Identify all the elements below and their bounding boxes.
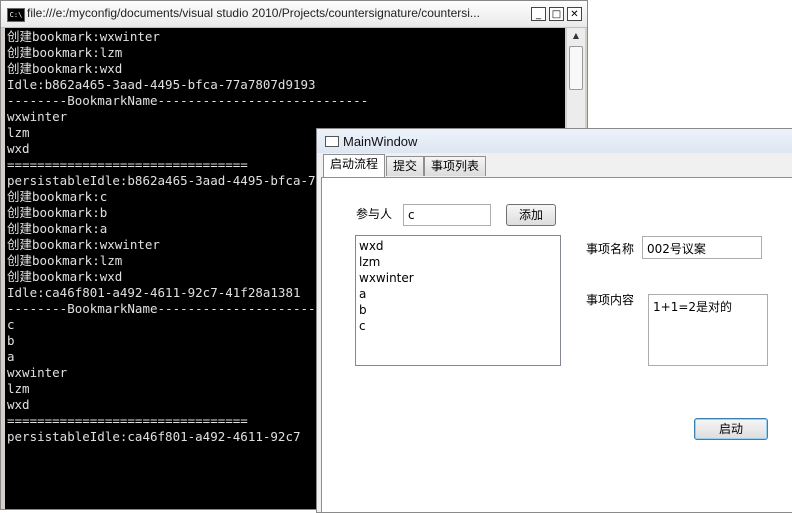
- tab-submit[interactable]: 提交: [386, 156, 424, 176]
- console-line: 创建bookmark:lzm: [7, 253, 123, 268]
- console-line: a: [7, 349, 15, 364]
- minimize-button[interactable]: _: [531, 7, 546, 21]
- add-button[interactable]: 添加: [506, 204, 556, 226]
- console-line: b: [7, 333, 15, 348]
- main-window: MainWindow 启动流程 提交 事项列表 参与人 c 添加 wxd lzm…: [316, 128, 792, 513]
- list-item[interactable]: a: [359, 286, 557, 302]
- console-app-icon: C:\: [7, 8, 25, 22]
- item-name-label: 事项名称: [586, 242, 635, 256]
- window-icon: [325, 136, 339, 147]
- console-line: 创建bookmark:c: [7, 189, 108, 204]
- console-line: --------BookmarkName--------------------…: [7, 301, 369, 316]
- item-content-label: 事项内容: [586, 293, 635, 307]
- console-line: 创建bookmark:a: [7, 221, 108, 236]
- main-window-title-bar[interactable]: MainWindow: [317, 129, 792, 153]
- console-line: 创建bookmark:wxwinter: [7, 29, 160, 44]
- console-line: --------BookmarkName--------------------…: [7, 93, 369, 108]
- list-item[interactable]: c: [359, 318, 557, 334]
- console-line: wxd: [7, 397, 30, 412]
- start-button[interactable]: 启动: [694, 418, 768, 440]
- item-content-input[interactable]: 1+1=2是对的: [648, 294, 768, 366]
- participant-input[interactable]: c: [403, 204, 491, 226]
- console-line: 创建bookmark:b: [7, 205, 108, 220]
- tab-item-list[interactable]: 事项列表: [424, 156, 486, 176]
- console-line: 创建bookmark:lzm: [7, 45, 123, 60]
- console-title: file:///e:/myconfig/documents/visual stu…: [27, 6, 480, 20]
- participant-list[interactable]: wxd lzm wxwinter a b c: [355, 235, 561, 366]
- console-line: c: [7, 317, 15, 332]
- list-item[interactable]: b: [359, 302, 557, 318]
- list-item[interactable]: wxwinter: [359, 270, 557, 286]
- tab-start-workflow[interactable]: 启动流程: [323, 154, 385, 177]
- console-line: persistableIdle:ca46f801-a492-4611-92c7: [7, 429, 301, 444]
- console-line: lzm: [7, 381, 30, 396]
- console-line: 创建bookmark:wxwinter: [7, 237, 160, 252]
- console-line: lzm: [7, 125, 30, 140]
- participant-label: 参与人: [356, 207, 393, 221]
- maximize-button[interactable]: □: [549, 7, 564, 21]
- list-item[interactable]: lzm: [359, 254, 557, 270]
- close-button[interactable]: ✕: [567, 7, 582, 21]
- console-line: 创建bookmark:wxd: [7, 61, 123, 76]
- console-line: 创建bookmark:wxd: [7, 269, 123, 284]
- scrollbar-thumb[interactable]: [569, 46, 583, 90]
- tab-panel-start-workflow: 参与人 c 添加 wxd lzm wxwinter a b c 事项名称 002…: [321, 177, 792, 512]
- console-line: Idle:ca46f801-a492-4611-92c7-41f28a1381: [7, 285, 301, 300]
- console-line: Idle:b862a465-3aad-4495-bfca-77a7807d919…: [7, 77, 316, 92]
- main-window-title: MainWindow: [343, 134, 418, 149]
- console-line: ================================: [7, 157, 248, 172]
- console-line: wxwinter: [7, 109, 68, 124]
- scroll-up-icon[interactable]: ▲: [568, 28, 584, 44]
- console-line: wxd: [7, 141, 30, 156]
- console-title-bar[interactable]: C:\ file:///e:/myconfig/documents/visual…: [1, 1, 587, 28]
- console-line: ================================: [7, 413, 248, 428]
- item-name-input[interactable]: 002号议案: [642, 236, 762, 259]
- console-line: wxwinter: [7, 365, 68, 380]
- list-item[interactable]: wxd: [359, 238, 557, 254]
